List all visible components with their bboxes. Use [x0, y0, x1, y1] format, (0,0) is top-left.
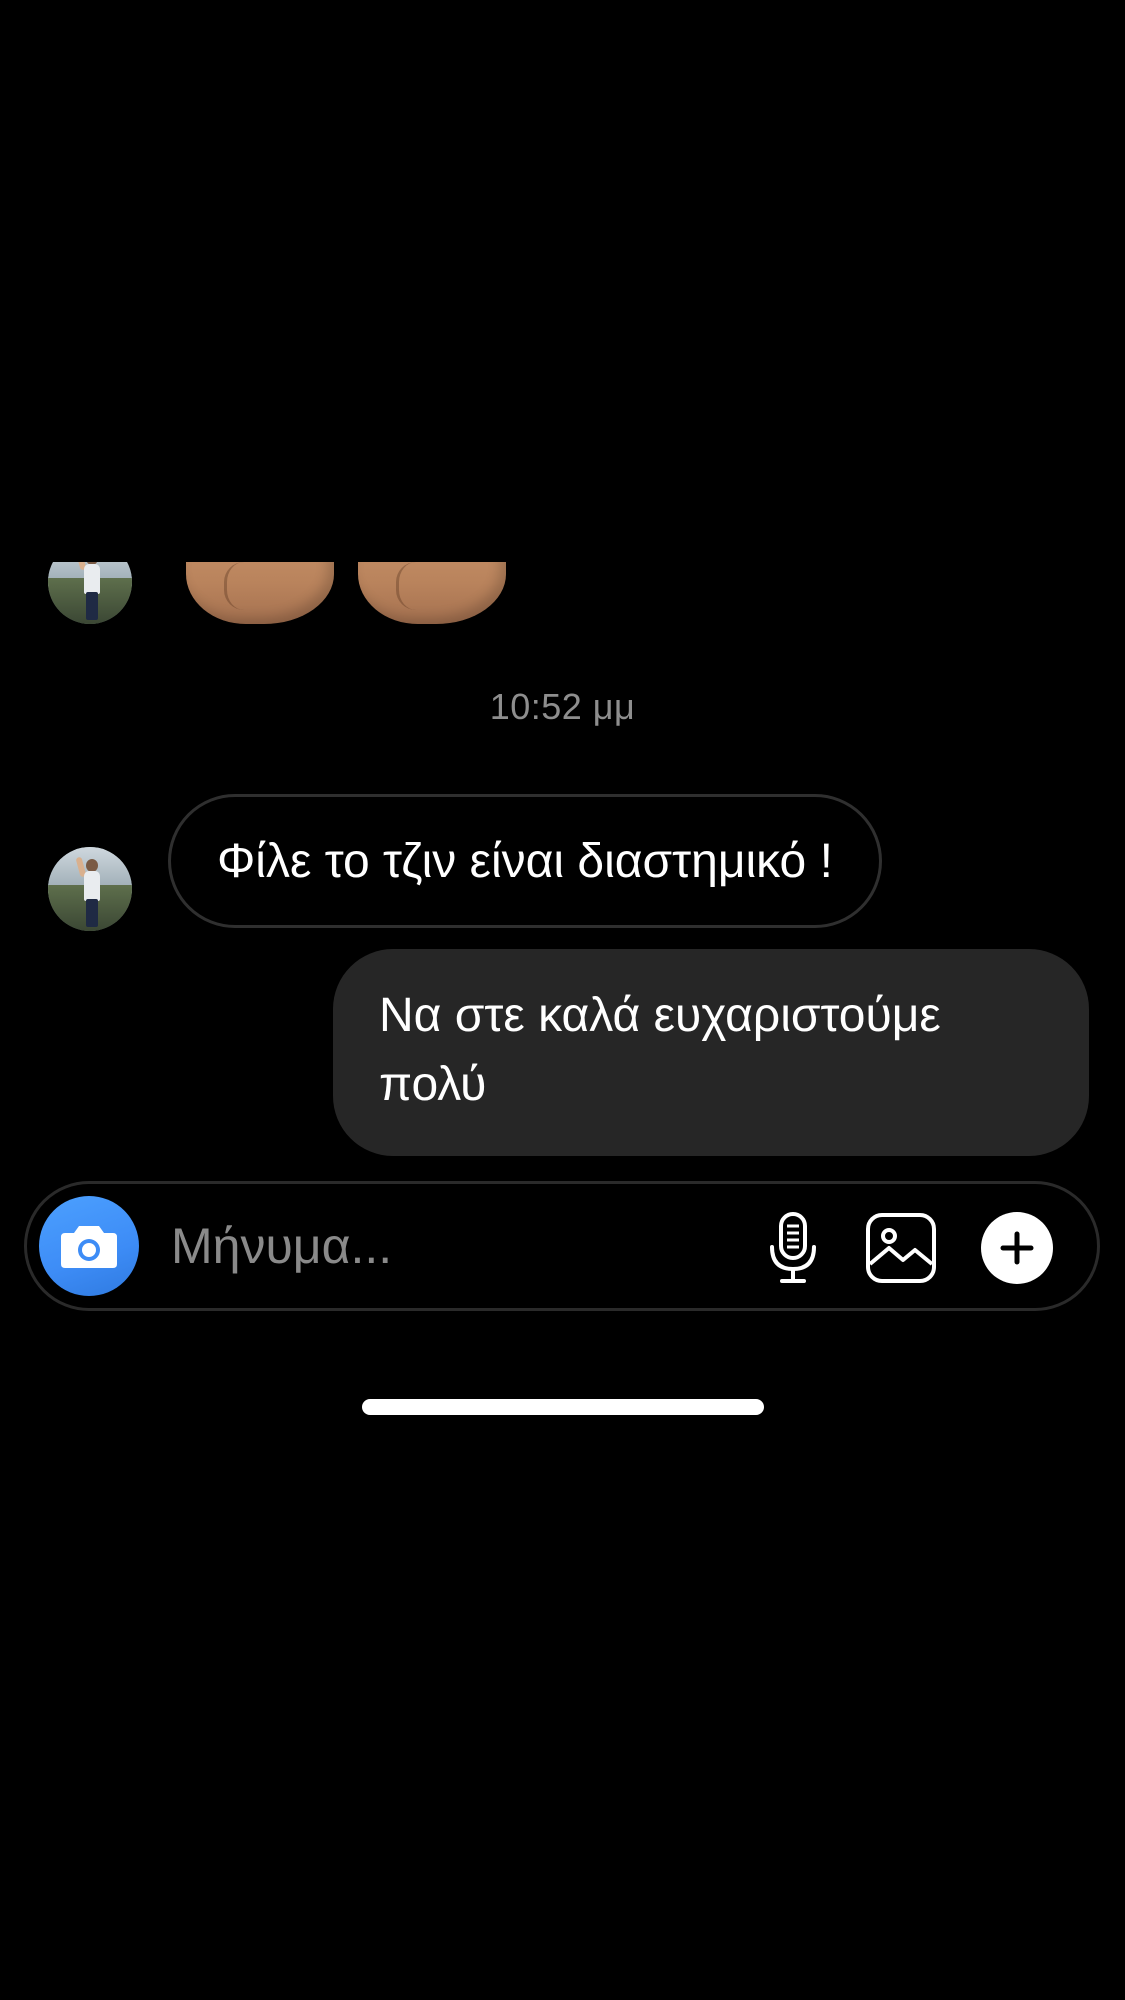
plus-icon [1000, 1231, 1034, 1265]
flexed-biceps-icon [358, 562, 506, 624]
gallery-icon [866, 1213, 936, 1283]
contact-avatar[interactable] [48, 847, 132, 931]
flexed-biceps-icon [186, 562, 334, 624]
gallery-button[interactable] [861, 1208, 941, 1288]
voice-message-button[interactable] [753, 1208, 833, 1288]
contact-avatar[interactable] [48, 562, 132, 624]
home-indicator[interactable] [362, 1399, 764, 1415]
chat-thread: 10:52 μμ Φίλε το τζιν είναι διαστημικό !… [0, 0, 1125, 1170]
incoming-message-bubble[interactable]: Φίλε το τζιν είναι διαστημικό ! [168, 794, 882, 928]
outgoing-message-bubble[interactable]: Να στε καλά ευχαριστούμε πολύ [333, 949, 1089, 1156]
incoming-message-text: Φίλε το τζιν είναι διαστημικό ! [217, 834, 833, 888]
camera-icon [61, 1226, 117, 1268]
message-input[interactable] [171, 1210, 731, 1282]
camera-button[interactable] [39, 1196, 139, 1296]
previous-message-clipped [0, 562, 1125, 632]
message-timestamp: 10:52 μμ [489, 686, 636, 727]
microphone-icon [770, 1212, 816, 1283]
message-composer [24, 1181, 1100, 1311]
more-options-button[interactable] [981, 1212, 1053, 1284]
outgoing-message-text: Να στε καλά ευχαριστούμε πολύ [379, 989, 941, 1111]
